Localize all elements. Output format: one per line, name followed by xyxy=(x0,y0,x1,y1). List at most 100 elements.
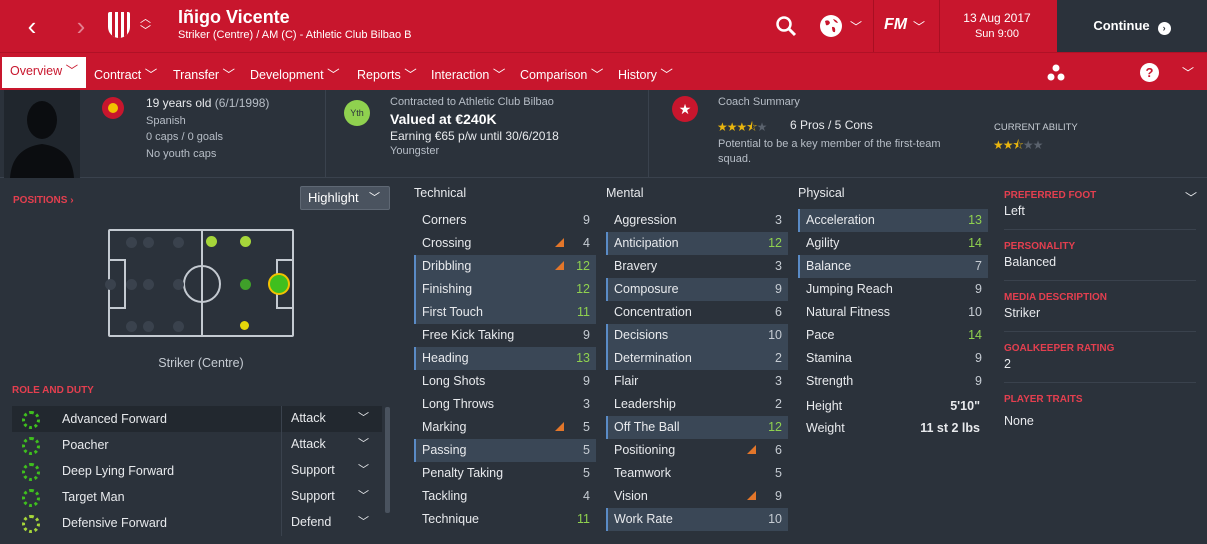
attribute-row[interactable]: Concentration 6 xyxy=(606,301,788,324)
position-dot xyxy=(240,279,251,290)
fm-dropdown-icon[interactable]: ﹀ xyxy=(913,18,925,35)
attribute-row[interactable]: Teamwork 5 xyxy=(606,462,788,485)
player-caps: 0 caps / 0 goals xyxy=(146,131,224,143)
attribute-row[interactable]: Heading 13 xyxy=(414,347,596,370)
role-scrollbar[interactable] xyxy=(385,407,390,513)
help-icon[interactable]: ? xyxy=(1140,63,1159,82)
role-row[interactable]: Poacher Attack ﹀ xyxy=(12,432,382,458)
player-subtitle: Striker (Centre) / AM (C) - Athletic Clu… xyxy=(178,29,412,41)
attribute-row[interactable]: Aggression 3 xyxy=(606,209,788,232)
tab-label: Development xyxy=(250,68,324,82)
current-ability-stars: ★★⯪★★ xyxy=(993,138,1043,152)
positions-label[interactable]: POSITIONS › xyxy=(13,195,74,206)
attribute-row[interactable]: Decisions 10 xyxy=(606,324,788,347)
role-row[interactable]: Target Man Support ﹀ xyxy=(12,484,382,510)
attribute-row[interactable]: Off The Ball 12 xyxy=(606,416,788,439)
duty-dropdown[interactable]: Support ﹀ xyxy=(281,484,381,510)
attribute-row[interactable]: Acceleration 13 xyxy=(798,209,988,232)
attribute-value: 3 xyxy=(775,259,782,273)
position-name: Striker (Centre) xyxy=(158,356,244,370)
chevron-down-icon[interactable]: ﹀ xyxy=(140,26,151,37)
attribute-row[interactable]: Positioning 6 xyxy=(606,439,788,462)
fm-logo[interactable]: FM xyxy=(884,16,907,34)
attribute-row[interactable]: Anticipation 12 xyxy=(606,232,788,255)
attribute-row[interactable]: Penalty Taking 5 xyxy=(414,462,596,485)
attribute-row[interactable]: Long Throws 3 xyxy=(414,393,596,416)
attribute-row[interactable]: Crossing 4 xyxy=(414,232,596,255)
height-label: Height xyxy=(806,399,843,413)
attribute-row[interactable]: Tackling 4 xyxy=(414,485,596,508)
highlight-dropdown[interactable]: Highlight ﹀ xyxy=(300,186,390,210)
duty-dropdown[interactable]: Attack ﹀ xyxy=(281,406,381,432)
attribute-row[interactable]: Composure 9 xyxy=(606,278,788,301)
role-row[interactable]: Deep Lying Forward Support ﹀ xyxy=(12,458,382,484)
tab-overview[interactable]: Overview ﹀ xyxy=(2,57,87,91)
duty-dropdown[interactable]: Attack ﹀ xyxy=(281,432,381,458)
attribute-row[interactable]: Passing 5 xyxy=(414,439,596,462)
globe-icon[interactable] xyxy=(820,15,842,37)
tab-development[interactable]: Development ﹀ xyxy=(250,64,340,83)
attribute-row[interactable]: Technique 11 xyxy=(414,508,596,531)
attribute-row[interactable]: Natural Fitness 10 xyxy=(798,301,988,324)
attribute-row[interactable]: Strength 9 xyxy=(798,370,988,393)
attribute-name: Concentration xyxy=(614,305,692,319)
attribute-row[interactable]: Balance 7 xyxy=(798,255,988,278)
role-row[interactable]: Defensive Forward Defend ﹀ xyxy=(12,510,382,536)
goalkeeper-rating-label: GOALKEEPER RATING xyxy=(1004,343,1115,354)
trend-down-icon xyxy=(555,422,564,431)
attribute-row[interactable]: Bravery 3 xyxy=(606,255,788,278)
physical-header: Physical xyxy=(798,186,845,200)
attribute-name: Long Shots xyxy=(422,374,486,388)
attribute-row[interactable]: Pace 14 xyxy=(798,324,988,347)
squad-network-icon[interactable] xyxy=(1046,63,1066,83)
tab-transfer[interactable]: Transfer ﹀ xyxy=(173,64,235,83)
continue-arrow-icon: › xyxy=(1157,22,1171,35)
attribute-row[interactable]: Finishing 12 xyxy=(414,278,596,301)
menu-dropdown-icon[interactable]: ﹀ xyxy=(1182,64,1194,81)
chevron-down-icon: ﹀ xyxy=(358,412,369,424)
duty-dropdown[interactable]: Support ﹀ xyxy=(281,458,381,484)
tab-reports[interactable]: Reports ﹀ xyxy=(357,64,417,83)
natural-position-dot xyxy=(268,273,290,295)
continue-button[interactable]: Continue › xyxy=(1057,0,1207,52)
forward-arrow-icon[interactable]: › xyxy=(66,12,96,40)
tab-comparison[interactable]: Comparison ﹀ xyxy=(520,64,603,83)
attribute-value: 12 xyxy=(768,236,782,250)
attribute-row[interactable]: Corners 9 xyxy=(414,209,596,232)
attribute-value: 5 xyxy=(583,420,590,434)
duty-dropdown[interactable]: Defend ﹀ xyxy=(281,510,381,536)
role-row[interactable]: Advanced Forward Attack ﹀ xyxy=(12,406,382,432)
trend-down-icon xyxy=(747,445,756,454)
attribute-name: Finishing xyxy=(422,282,473,296)
attribute-row[interactable]: Determination 2 xyxy=(606,347,788,370)
search-icon[interactable] xyxy=(775,15,797,37)
position-dot xyxy=(206,236,217,247)
attribute-row[interactable]: Leadership 2 xyxy=(606,393,788,416)
attribute-row[interactable]: Dribbling 12 xyxy=(414,255,596,278)
tab-contract[interactable]: Contract ﹀ xyxy=(94,64,157,83)
attribute-row[interactable]: Free Kick Taking 9 xyxy=(414,324,596,347)
height-value: 5'10" xyxy=(950,399,980,413)
continue-label: Continue xyxy=(1093,18,1150,33)
attribute-value: 12 xyxy=(768,420,782,434)
attribute-value: 9 xyxy=(975,374,982,388)
tab-interaction[interactable]: Interaction ﹀ xyxy=(431,64,505,83)
sidebar-collapse-icon[interactable]: ﹀ xyxy=(1185,189,1197,206)
attribute-row[interactable]: Stamina 9 xyxy=(798,347,988,370)
attribute-row[interactable]: Agility 14 xyxy=(798,232,988,255)
attribute-row[interactable]: Marking 5 xyxy=(414,416,596,439)
pitch-diagram xyxy=(105,229,294,337)
globe-dropdown-icon[interactable]: ﹀ xyxy=(850,18,862,35)
chevron-down-icon: ﹀ xyxy=(358,464,369,476)
attribute-row[interactable]: Work Rate 10 xyxy=(606,508,788,531)
attribute-row[interactable]: First Touch 11 xyxy=(414,301,596,324)
attribute-row[interactable]: Flair 3 xyxy=(606,370,788,393)
attribute-row[interactable]: Vision 9 xyxy=(606,485,788,508)
attribute-row[interactable]: Jumping Reach 9 xyxy=(798,278,988,301)
back-arrow-icon[interactable]: ‹ xyxy=(17,12,47,40)
preferred-foot-label: PREFERRED FOOT xyxy=(1004,190,1097,201)
attribute-name: First Touch xyxy=(422,305,483,319)
attribute-row[interactable]: Long Shots 9 xyxy=(414,370,596,393)
chevron-up-icon[interactable]: ︿ xyxy=(140,14,151,25)
tab-history[interactable]: History ﹀ xyxy=(618,64,673,83)
